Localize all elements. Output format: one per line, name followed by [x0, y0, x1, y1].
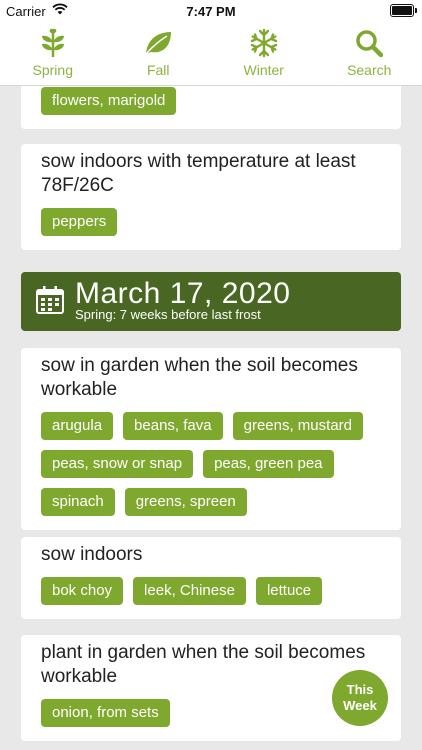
tab-fall-label: Fall — [146, 62, 170, 78]
date-header: March 17, 2020 Spring: 7 weeks before la… — [21, 272, 401, 331]
plant-tag[interactable]: peas, snow or snap — [41, 450, 194, 478]
plant-tag[interactable]: greens, spreen — [124, 488, 247, 516]
tab-spring-label: Spring — [32, 62, 73, 78]
plant-tag[interactable]: leek, Chinese — [133, 577, 246, 605]
search-icon — [354, 28, 384, 58]
task-title: sow indoors — [41, 544, 143, 565]
task-title: sow in garden when the soil becomes work… — [41, 355, 358, 400]
clock: 7:47 PM — [186, 4, 236, 19]
season-tab-bar: Spring Fall Winter Search — [0, 22, 422, 85]
tab-winter-label: Winter — [243, 62, 284, 78]
plant-tag[interactable]: flowers, marigold — [41, 87, 177, 115]
plant-tag[interactable]: greens, mustard — [232, 412, 363, 440]
tab-fall[interactable]: Fall — [106, 22, 212, 85]
plant-tag[interactable]: peppers — [41, 208, 118, 236]
calendar-icon — [35, 285, 65, 320]
tab-spring[interactable]: Spring — [0, 22, 106, 85]
task-card: flowers, marigold — [21, 85, 401, 129]
plant-tag[interactable]: beans, fava — [123, 412, 223, 440]
this-week-label: This Week — [343, 682, 377, 713]
plant-tag[interactable]: arugula — [41, 412, 114, 440]
schedule-list[interactable]: flowers, marigold sow indoors with tempe… — [0, 85, 422, 750]
plant-tag[interactable]: peas, green pea — [203, 450, 334, 478]
tab-winter[interactable]: Winter — [211, 22, 317, 85]
snowflake-icon — [249, 28, 279, 58]
date-title: March 17, 2020 — [75, 277, 291, 310]
plant-tag[interactable]: bok choy — [41, 577, 124, 605]
this-week-button[interactable]: This Week — [332, 670, 388, 726]
tab-search[interactable]: Search — [317, 22, 422, 85]
task-title: sow indoors with temperature at least 78… — [41, 151, 356, 196]
plant-tag[interactable]: onion, from sets — [41, 699, 170, 727]
leaf-icon — [143, 28, 173, 58]
plant-tag[interactable]: lettuce — [255, 577, 323, 605]
status-bar: Carrier 7:47 PM — [0, 0, 422, 22]
battery-icon — [390, 4, 417, 17]
task-card: sow indoors bok choy leek, Chinese lettu… — [21, 537, 401, 619]
task-card: sow indoors with temperature at least 78… — [21, 144, 401, 250]
leaf-branch-icon — [38, 28, 68, 58]
plant-tag[interactable]: spinach — [41, 488, 115, 516]
task-card: sow in garden when the soil becomes work… — [21, 348, 401, 530]
date-subtitle: Spring: 7 weeks before last frost — [75, 307, 261, 322]
tab-search-label: Search — [347, 62, 392, 78]
